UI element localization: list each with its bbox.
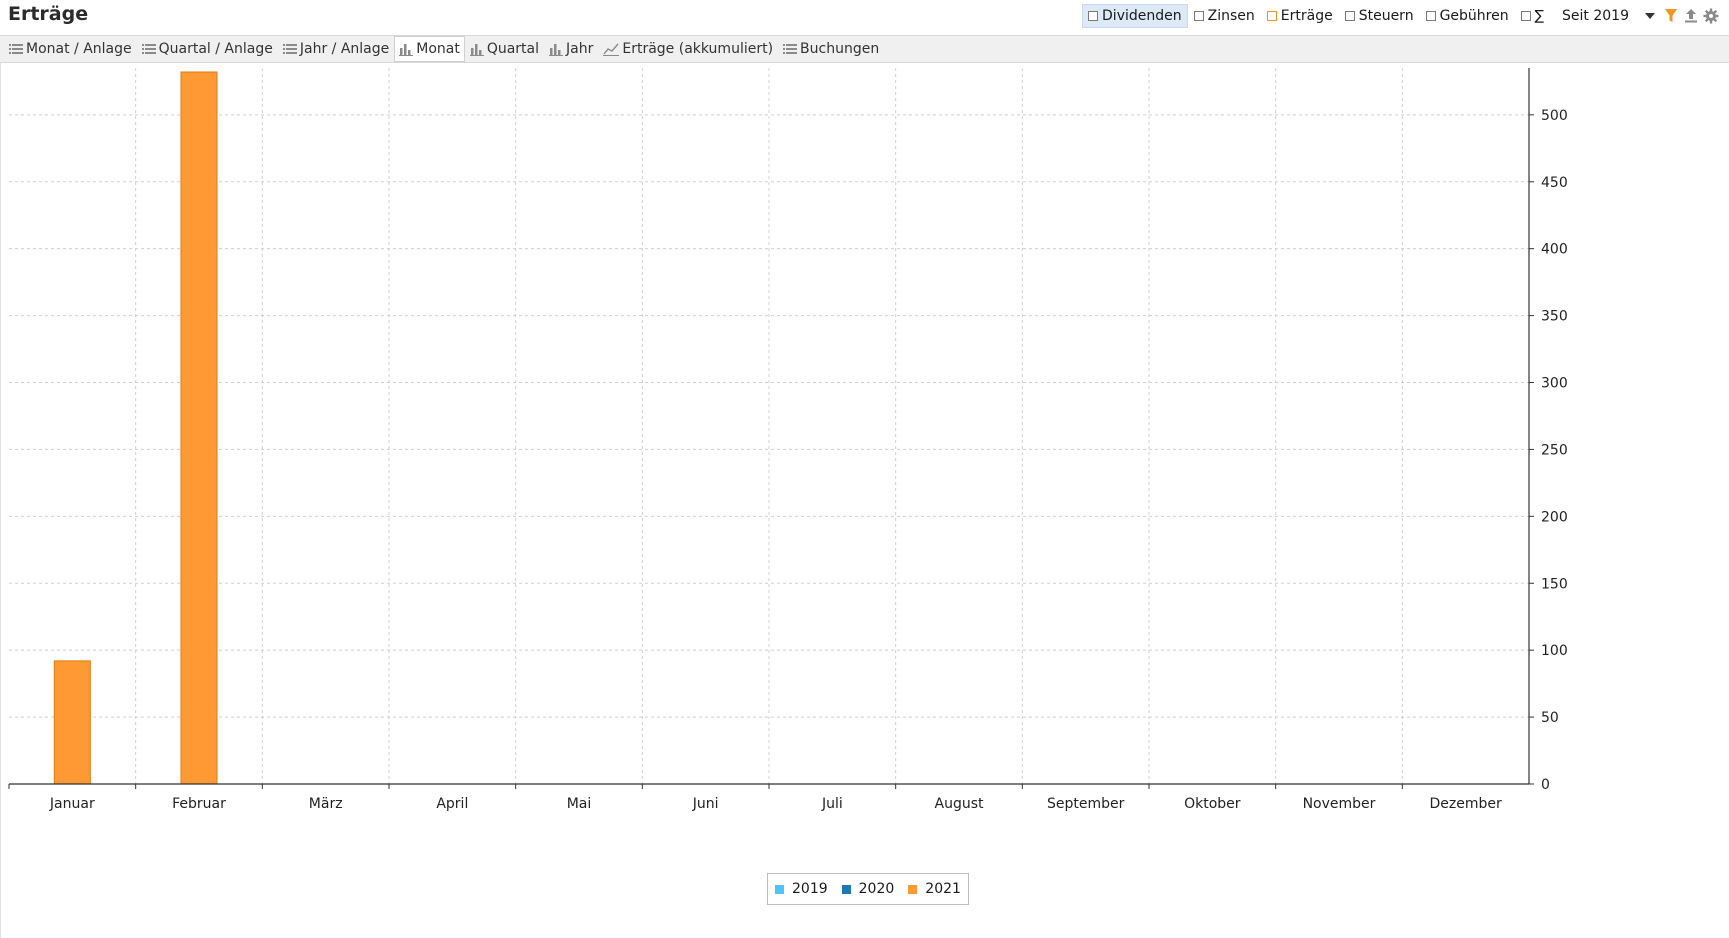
y-tick-label: 100 bbox=[1541, 643, 1568, 659]
checkbox-icon bbox=[1088, 11, 1099, 21]
y-tick-label: 300 bbox=[1541, 376, 1568, 392]
period-label: Seit 2019 bbox=[1562, 8, 1629, 24]
tab-label: Erträge (akkumuliert) bbox=[622, 41, 774, 57]
x-tick-label: Februar bbox=[172, 796, 226, 812]
settings-icon[interactable] bbox=[1701, 4, 1721, 28]
filter-label: Zinsen bbox=[1207, 8, 1255, 24]
x-tick-label: März bbox=[309, 796, 343, 812]
x-tick-label: Januar bbox=[49, 796, 95, 812]
filter-label: Dividenden bbox=[1102, 8, 1182, 24]
y-tick-label: 450 bbox=[1541, 175, 1568, 191]
y-tick-label: 150 bbox=[1541, 576, 1568, 592]
filter-sum[interactable]: ∑ bbox=[1515, 4, 1550, 28]
bar-chart-icon bbox=[469, 44, 484, 56]
tab-jahr[interactable]: Jahr bbox=[544, 36, 598, 62]
legend-label: 2019 bbox=[792, 881, 828, 897]
table-icon bbox=[141, 44, 156, 54]
legend-swatch-2021 bbox=[908, 884, 918, 894]
y-tick-label: 350 bbox=[1541, 309, 1568, 325]
chart-area: 0 50 100 150 200 250 300 350 400 450 500 Januar Febr… bbox=[0, 63, 1729, 938]
checkbox-icon bbox=[1520, 11, 1531, 21]
legend-swatch-2020 bbox=[841, 884, 851, 894]
export-icon[interactable] bbox=[1681, 4, 1701, 28]
tab-label: Quartal bbox=[486, 41, 540, 57]
line-chart-icon bbox=[603, 43, 620, 56]
table-icon bbox=[783, 44, 798, 54]
tab-buchungen[interactable]: Buchungen bbox=[778, 36, 884, 62]
chevron-down-icon bbox=[1645, 13, 1655, 19]
view-tabs: Monat / Anlage Quartal / Anlage Jahr / A… bbox=[0, 35, 1729, 63]
chart-legend: 2019 2020 2021 bbox=[767, 873, 969, 905]
bar-2021 bbox=[180, 71, 218, 785]
table-icon bbox=[282, 44, 297, 54]
bar-chart-icon bbox=[549, 44, 564, 56]
filter-icon[interactable] bbox=[1661, 4, 1681, 28]
legend-label: 2020 bbox=[858, 881, 895, 897]
x-tick-label: Juni bbox=[692, 796, 719, 812]
filter-gebuehren[interactable]: Gebühren bbox=[1420, 4, 1515, 28]
x-tick-label: Dezember bbox=[1430, 796, 1502, 812]
x-tick-label: April bbox=[436, 796, 468, 812]
filter-label: Gebühren bbox=[1439, 8, 1509, 24]
x-tick-label: Oktober bbox=[1184, 796, 1241, 812]
tab-label: Buchungen bbox=[800, 41, 880, 57]
x-tick-label: Mai bbox=[567, 796, 592, 812]
y-tick-label: 50 bbox=[1541, 710, 1559, 726]
tab-monat[interactable]: Monat bbox=[394, 36, 465, 62]
bar-2021 bbox=[53, 660, 91, 785]
y-tick-label: 250 bbox=[1541, 442, 1568, 458]
checkbox-icon bbox=[1193, 11, 1204, 21]
y-tick-label: 400 bbox=[1541, 242, 1568, 258]
tab-label: Jahr / Anlage bbox=[299, 41, 390, 57]
y-tick-label: 500 bbox=[1541, 108, 1568, 124]
filter-dividenden[interactable]: Dividenden bbox=[1082, 4, 1188, 28]
y-tick-label: 0 bbox=[1541, 777, 1550, 793]
tab-label: Quartal / Anlage bbox=[158, 41, 273, 57]
x-tick-label: August bbox=[935, 796, 985, 812]
filter-label: Erträge bbox=[1280, 8, 1333, 24]
x-tick-label: Juli bbox=[821, 796, 843, 812]
filter-ertraege[interactable]: Erträge bbox=[1261, 4, 1339, 28]
tab-quartal-anlage[interactable]: Quartal / Anlage bbox=[137, 36, 278, 62]
x-tick-label: September bbox=[1047, 796, 1125, 812]
checkbox-icon bbox=[1425, 11, 1436, 21]
y-tick-label: 200 bbox=[1541, 509, 1568, 525]
bar-chart-icon bbox=[399, 44, 414, 56]
legend-item-2019[interactable]: 2019 bbox=[775, 881, 828, 897]
filter-zinsen[interactable]: Zinsen bbox=[1188, 4, 1261, 28]
tab-label: Monat / Anlage bbox=[26, 41, 132, 57]
header: Erträge Dividenden Zinsen Erträge Steuer… bbox=[0, 0, 1729, 34]
page-title: Erträge bbox=[8, 3, 89, 25]
legend-swatch-2019 bbox=[775, 884, 784, 894]
tab-label: Jahr bbox=[566, 41, 594, 57]
tab-label: Monat bbox=[416, 41, 460, 57]
bar-chart: 0 50 100 150 200 250 300 350 400 450 500 Januar Febr… bbox=[8, 68, 1568, 812]
filter-label: Steuern bbox=[1358, 8, 1414, 24]
filter-bar: Dividenden Zinsen Erträge Steuern Gebühr… bbox=[1082, 4, 1721, 28]
tab-monat-anlage[interactable]: Monat / Anlage bbox=[4, 36, 137, 62]
filter-steuern[interactable]: Steuern bbox=[1339, 4, 1420, 28]
filter-label: ∑ bbox=[1534, 8, 1545, 24]
legend-label: 2021 bbox=[925, 881, 961, 897]
period-dropdown[interactable]: Seit 2019 bbox=[1550, 4, 1661, 28]
legend-item-2020[interactable]: 2020 bbox=[841, 881, 895, 897]
tab-ertraege-akkumuliert[interactable]: Erträge (akkumuliert) bbox=[598, 36, 778, 62]
legend-item-2021[interactable]: 2021 bbox=[908, 881, 961, 897]
checkbox-icon bbox=[1344, 11, 1355, 21]
tab-quartal[interactable]: Quartal bbox=[465, 36, 544, 62]
tab-jahr-anlage[interactable]: Jahr / Anlage bbox=[278, 36, 394, 62]
table-icon bbox=[9, 44, 23, 54]
x-tick-label: November bbox=[1303, 796, 1376, 812]
checkbox-icon bbox=[1266, 11, 1277, 21]
